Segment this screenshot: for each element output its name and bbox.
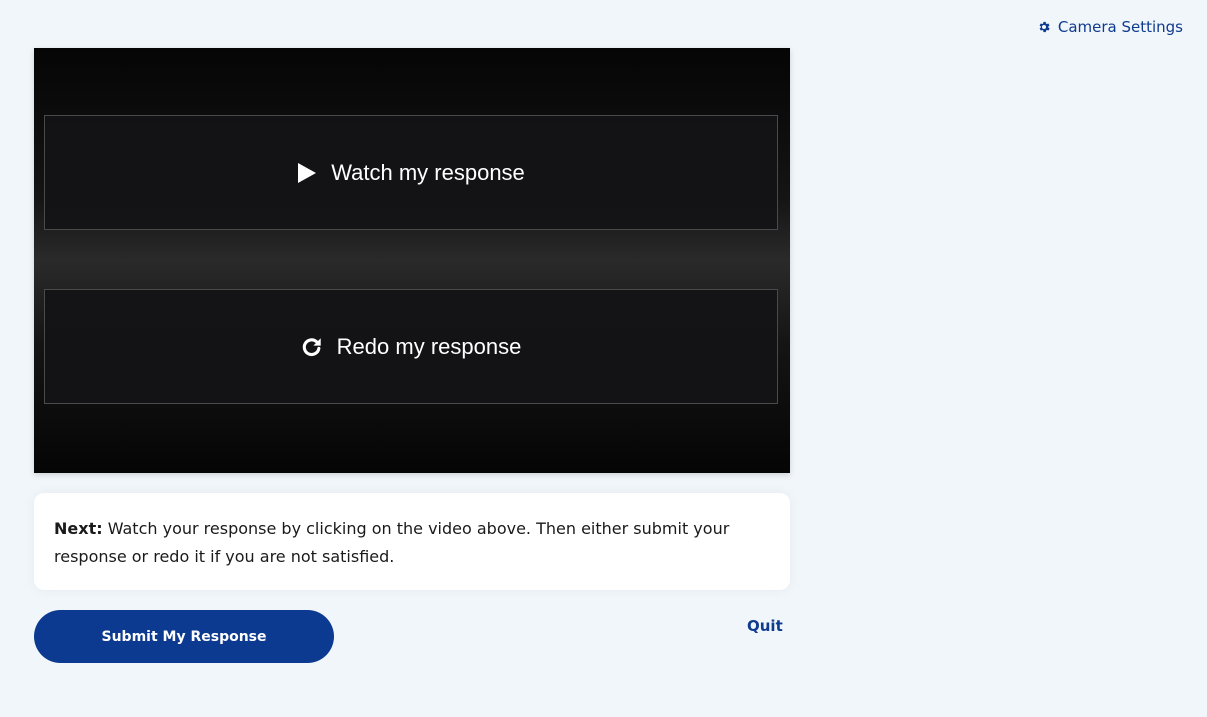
play-icon [297, 162, 317, 184]
instructions-text: Watch your response by clicking on the v… [54, 519, 730, 566]
quit-link[interactable]: Quit [747, 617, 783, 635]
watch-response-label: Watch my response [331, 159, 525, 185]
gear-icon [1037, 20, 1051, 34]
camera-settings-label: Camera Settings [1057, 18, 1183, 36]
video-player[interactable]: Watch my response Redo my response [34, 48, 790, 473]
redo-icon [301, 336, 323, 358]
page: Camera Settings Watch my response Redo m… [0, 0, 1207, 717]
instructions-lead: Next: [54, 519, 103, 538]
instructions-card: Next: Watch your response by clicking on… [34, 493, 790, 590]
redo-response-button[interactable]: Redo my response [44, 289, 778, 404]
camera-settings-link[interactable]: Camera Settings [1037, 16, 1183, 38]
watch-response-button[interactable]: Watch my response [44, 115, 778, 230]
submit-response-button[interactable]: Submit My Response [34, 610, 334, 663]
redo-response-label: Redo my response [336, 333, 522, 359]
